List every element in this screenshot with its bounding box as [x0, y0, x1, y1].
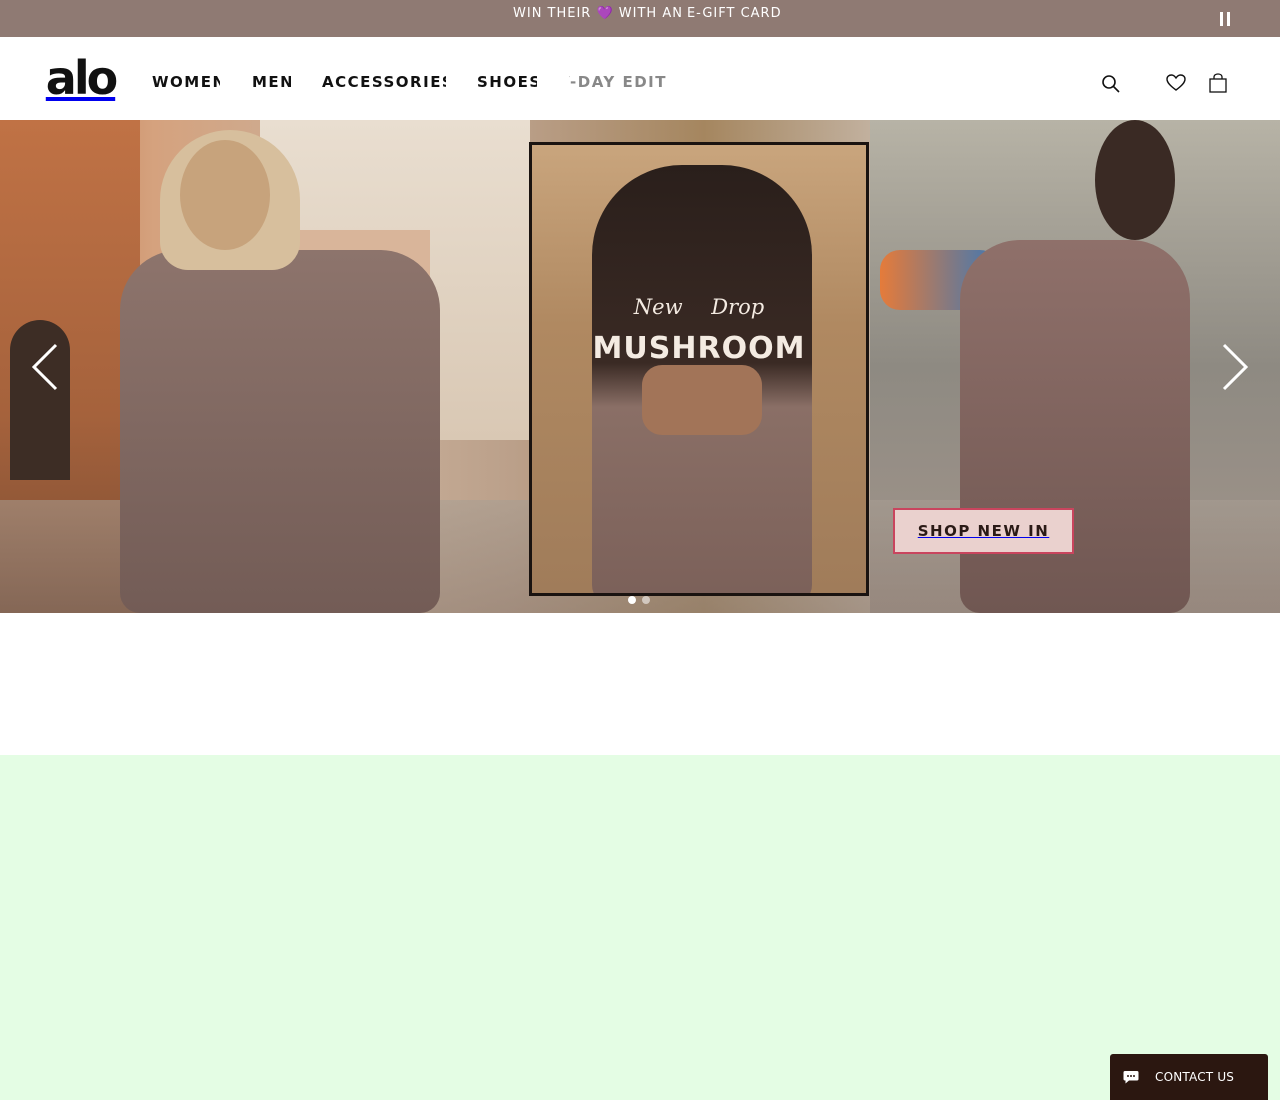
nav-item-accessories[interactable]: ACCESSORIES — [322, 47, 446, 117]
carousel-dots — [628, 596, 650, 604]
egift-card-link[interactable]: E-GIFT CARD — [687, 6, 782, 21]
carousel-dot-2[interactable] — [642, 596, 650, 604]
contact-us-label: CONTACT US — [1155, 1070, 1235, 1084]
hero-carousel: New Drop MUSHROOM SHOP NEW IN — [0, 120, 1280, 613]
pause-button[interactable] — [1200, 0, 1250, 38]
chevron-left-icon — [31, 343, 57, 390]
shop-new-in-label: SHOP NEW IN — [917, 522, 1050, 540]
wishlist-button[interactable] — [1151, 52, 1201, 113]
carousel-dot-1[interactable] — [628, 596, 636, 604]
nav-label-women: WOMEN — [152, 73, 220, 91]
poster-subtitle: New Drop — [633, 295, 765, 319]
site-header: alo WOMEN MEN ACCESSORIES SHOES V-DAY ED… — [0, 37, 1280, 120]
carousel-prev-button[interactable] — [0, 120, 89, 613]
alo-logo[interactable]: alo — [45, 51, 118, 105]
poster-title: MUSHROOM — [592, 331, 806, 366]
logo-text: alo — [45, 51, 118, 105]
model-left-jacket — [120, 250, 440, 613]
model-left-face — [180, 140, 270, 250]
nav-label-men: MEN — [252, 73, 291, 91]
nav-label-shoes: SHOES — [477, 73, 537, 91]
search-icon — [1102, 75, 1120, 93]
model-right-head — [1095, 120, 1175, 240]
nav-item-men[interactable]: MEN — [252, 47, 291, 117]
announcement-bar: WIN THEIR 💜 WITH AN E-GIFT CARD — [0, 0, 1280, 37]
announcement-message: WIN THEIR 💜 WITH AN E-GIFT CARD — [513, 5, 782, 22]
announcement-text: WIN THEIR 💜 WITH AN — [513, 6, 683, 21]
chat-icon — [1123, 1071, 1139, 1084]
bag-icon — [1209, 72, 1227, 93]
chevron-right-icon — [1222, 343, 1249, 390]
contact-us-button[interactable]: CONTACT US — [1110, 1054, 1268, 1100]
poster-model-midriff — [642, 365, 762, 435]
carousel-next-button[interactable] — [1190, 120, 1280, 613]
model-right-body — [960, 240, 1190, 613]
pause-icon — [1218, 12, 1232, 26]
hero-poster: New Drop MUSHROOM — [529, 142, 869, 596]
nav-item-shoes[interactable]: SHOES — [477, 47, 537, 117]
nav-label-accessories: ACCESSORIES — [322, 73, 446, 91]
content-section — [0, 755, 1280, 1100]
nav-item-vday-edit[interactable]: V-DAY EDIT — [569, 47, 667, 117]
search-button[interactable] — [1087, 52, 1135, 116]
shop-new-in-button[interactable]: SHOP NEW IN — [893, 508, 1074, 554]
heart-icon — [1166, 73, 1186, 91]
bag-button[interactable] — [1202, 49, 1234, 116]
nav-label-vday-edit: V-DAY EDIT — [569, 73, 667, 91]
nav-item-women[interactable]: WOMEN — [152, 47, 220, 117]
